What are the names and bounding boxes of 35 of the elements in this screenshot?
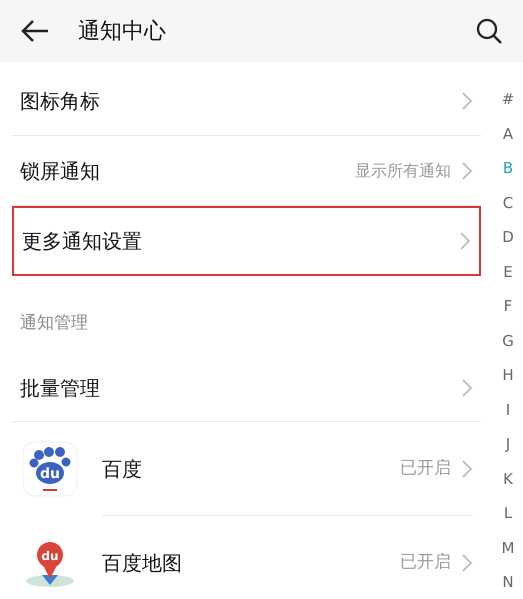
settings-row[interactable]: 锁屏通知 显示所有通知 — [12, 136, 481, 206]
index-letter[interactable]: D — [493, 220, 523, 254]
index-letter[interactable]: A — [493, 116, 523, 151]
index-letter[interactable]: F — [493, 289, 523, 324]
index-letter[interactable]: # — [493, 82, 523, 116]
settings-row[interactable]: 图标角标 — [12, 66, 481, 136]
index-letter[interactable]: G — [493, 324, 523, 358]
index-letter[interactable]: M — [493, 530, 523, 565]
section-header: 通知管理 — [20, 312, 88, 334]
page-title: 通知中心 — [78, 18, 166, 46]
index-letter[interactable]: B — [493, 151, 523, 186]
paw-icon: du — [22, 441, 78, 497]
index-letter[interactable]: J — [493, 427, 523, 462]
chevron-icon — [461, 458, 473, 478]
chevron-icon — [461, 90, 473, 110]
highlighted-settings-row[interactable]: 更多通知设置 — [12, 206, 481, 276]
status-text: 已开启 — [400, 456, 451, 480]
back-arrow-icon[interactable] — [20, 19, 50, 43]
list-row[interactable]: 批量管理 — [12, 354, 481, 422]
chevron-icon — [461, 160, 473, 180]
chevron-icon — [461, 552, 473, 572]
app-row[interactable]: du 百度 已开启 — [0, 422, 493, 516]
app-row[interactable]: du 百度地图 已开启 — [0, 516, 493, 599]
index-letter[interactable]: I — [493, 392, 523, 427]
status-text: 已开启 — [400, 550, 451, 574]
index-letter[interactable]: L — [493, 496, 523, 530]
index-letter[interactable]: H — [493, 358, 523, 392]
index-letter[interactable]: E — [493, 254, 523, 289]
row-value: 显示所有通知 — [355, 160, 451, 182]
index-letter[interactable]: C — [493, 186, 523, 220]
index-letter[interactable]: K — [493, 462, 523, 496]
chevron-icon — [459, 231, 471, 251]
index-letter[interactable]: N — [493, 565, 523, 599]
chevron-icon — [461, 378, 473, 398]
search-icon[interactable] — [475, 17, 503, 45]
